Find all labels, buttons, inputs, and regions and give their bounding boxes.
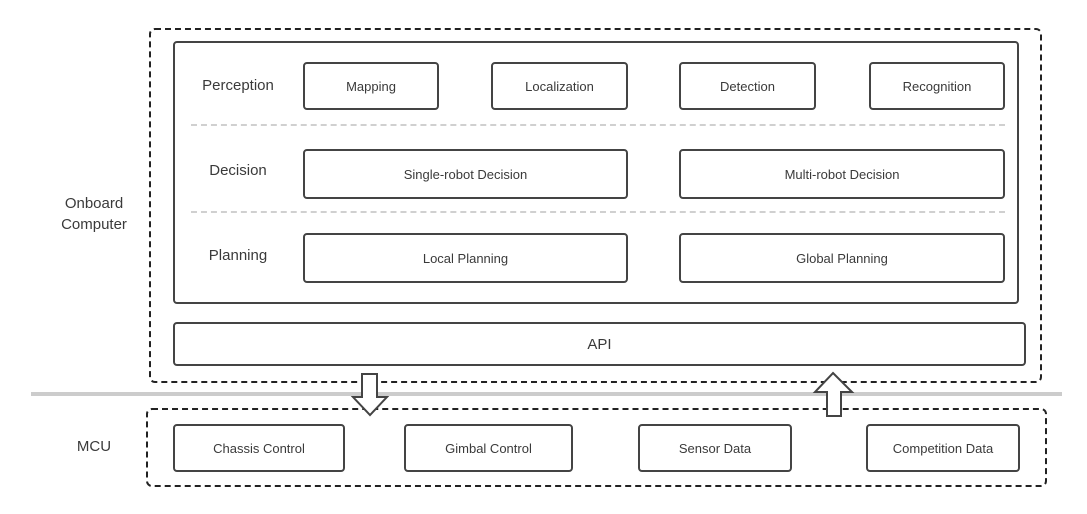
module-detection: Detection <box>679 62 816 110</box>
module-local-planning: Local Planning <box>303 233 628 283</box>
module-localization: Localization <box>491 62 628 110</box>
module-single-robot-decision: Single-robot Decision <box>303 149 628 199</box>
layer-label-planning: Planning <box>208 247 268 264</box>
module-gimbal-control: Gimbal Control <box>404 424 573 472</box>
api-layer: API <box>173 322 1026 366</box>
up-arrow-icon <box>812 371 855 417</box>
down-arrow-icon <box>350 373 390 417</box>
module-sensor-data: Sensor Data <box>638 424 792 472</box>
module-chassis-control: Chassis Control <box>173 424 345 472</box>
module-global-planning: Global Planning <box>679 233 1005 283</box>
onboard-computer-label: Onboard Computer <box>61 195 127 233</box>
layer-label-perception: Perception <box>202 77 274 94</box>
tier-divider <box>31 392 1062 396</box>
module-recognition: Recognition <box>869 62 1005 110</box>
mcu-label: MCU <box>76 438 112 455</box>
layer-separator <box>191 211 1005 213</box>
module-multi-robot-decision: Multi-robot Decision <box>679 149 1005 199</box>
layer-separator <box>191 124 1005 126</box>
layer-label-decision: Decision <box>209 162 267 179</box>
module-mapping: Mapping <box>303 62 439 110</box>
module-competition-data: Competition Data <box>866 424 1020 472</box>
